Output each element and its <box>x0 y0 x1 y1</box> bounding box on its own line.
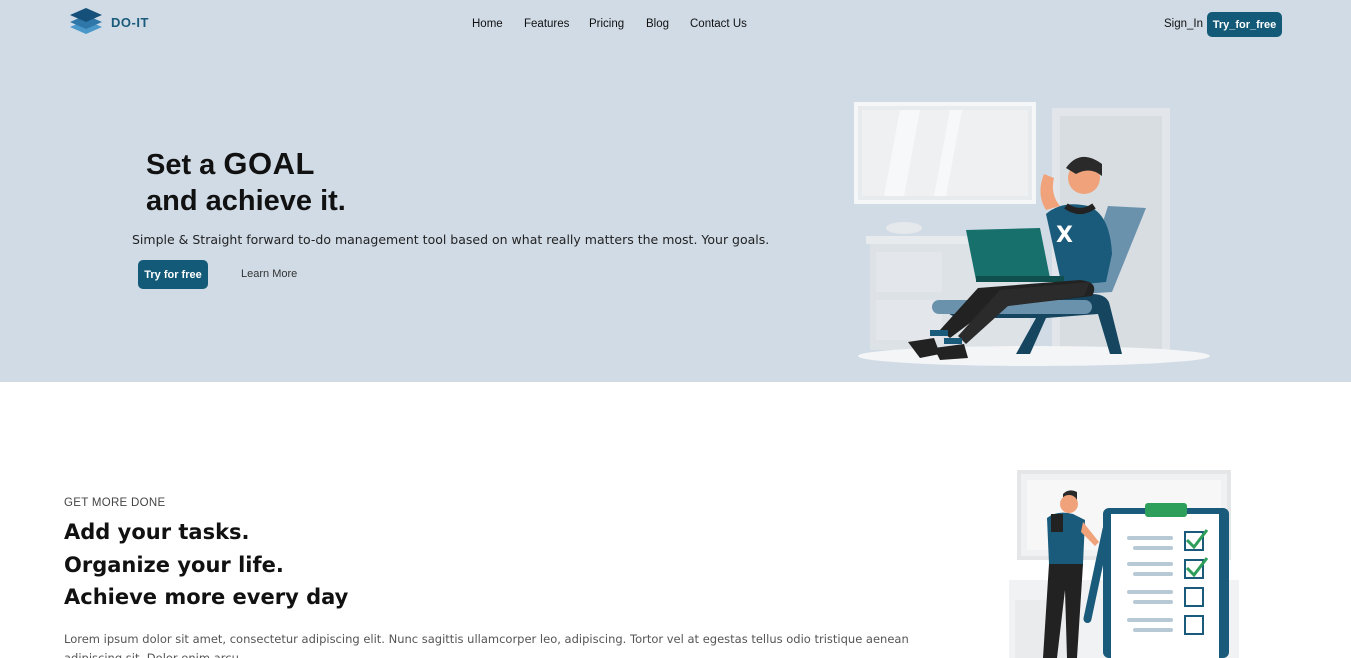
try-for-free-nav-button[interactable]: Try_for_free <box>1207 12 1282 37</box>
try-for-free-button[interactable]: Try for free <box>138 260 208 289</box>
section-title-line: Achieve more every day <box>64 585 349 609</box>
section-eyebrow: GET MORE DONE <box>64 497 166 509</box>
sign-in-link[interactable]: Sign_In <box>1164 18 1203 30</box>
nav-features[interactable]: Features <box>524 18 569 30</box>
layers-stack-icon <box>70 8 102 34</box>
hero-title-highlight: GOAL <box>223 146 315 181</box>
hero-subtitle: Simple & Straight forward to-do manageme… <box>132 232 770 247</box>
nav-blog[interactable]: Blog <box>646 18 669 30</box>
hero-title-line2: and achieve it. <box>146 185 346 217</box>
hero-title: Set a GOAL and achieve it. <box>146 146 346 219</box>
brand-logo[interactable]: DO-IT <box>68 6 149 38</box>
man-with-laptop-in-chair-illustration: X <box>854 102 1210 366</box>
section-body: Lorem ipsum dolor sit amet, consectetur … <box>64 632 909 658</box>
section-title-line: Add your tasks. <box>64 520 250 544</box>
hero-title-part1: Set a <box>146 149 224 181</box>
section-title: Add your tasks. Organize your life. Achi… <box>64 516 348 614</box>
nav-home[interactable]: Home <box>472 18 503 30</box>
svg-text:X: X <box>1056 223 1073 248</box>
learn-more-link[interactable]: Learn More <box>241 268 297 280</box>
man-with-checklist-clipboard-illustration <box>993 462 1257 658</box>
nav-contact-us[interactable]: Contact Us <box>690 18 747 30</box>
brand-name: DO-IT <box>111 14 149 30</box>
section-title-line: Organize your life. <box>64 552 284 577</box>
nav-pricing[interactable]: Pricing <box>589 18 624 30</box>
